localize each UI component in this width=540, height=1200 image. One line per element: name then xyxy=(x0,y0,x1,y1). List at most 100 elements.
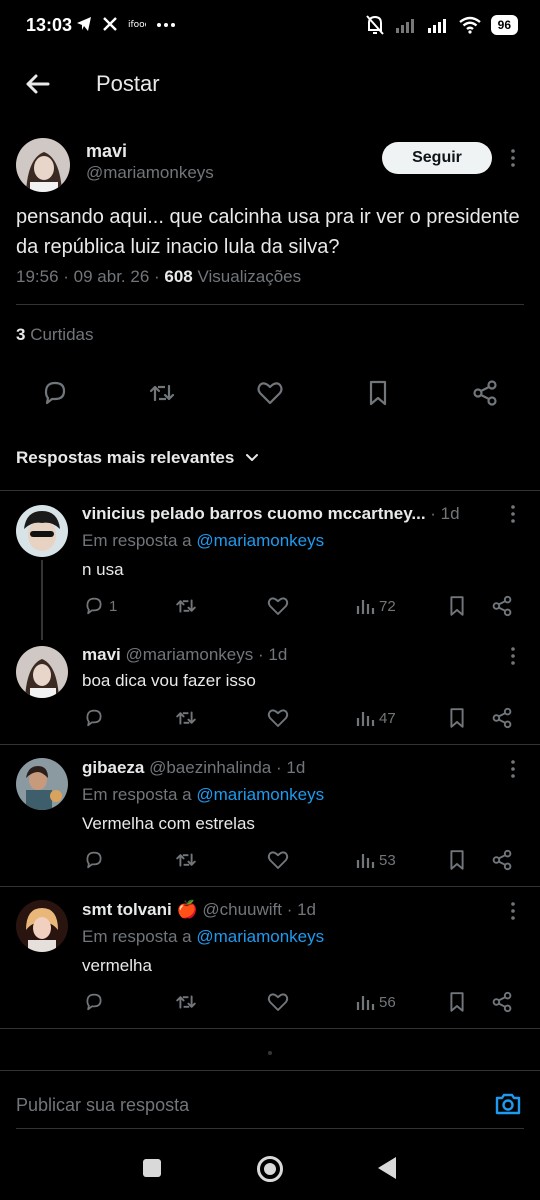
post-author-handle[interactable]: @mariamonkeys xyxy=(86,163,214,183)
views-chart-icon xyxy=(356,996,375,1010)
views-chart-icon xyxy=(356,600,375,614)
like-icon[interactable] xyxy=(266,848,290,872)
repost-icon[interactable] xyxy=(174,848,198,872)
views-count: 53 xyxy=(379,851,396,869)
reply-header: smt tolvani 🍎 @chuuwift · 1d xyxy=(82,900,316,920)
reply-action-bar: 53 xyxy=(0,848,540,878)
reply-avatar[interactable] xyxy=(16,758,68,810)
chevron-down-icon xyxy=(246,454,259,461)
bookmark-icon[interactable] xyxy=(445,706,469,730)
share-icon[interactable] xyxy=(470,378,500,408)
views-count: 56 xyxy=(379,993,396,1011)
share-icon[interactable] xyxy=(490,990,514,1014)
bookmark-icon[interactable] xyxy=(445,848,469,872)
reply-more-options-icon[interactable] xyxy=(503,901,523,921)
share-icon[interactable] xyxy=(490,706,514,730)
views-button[interactable]: 53 xyxy=(355,848,396,872)
reply-icon[interactable] xyxy=(40,378,70,408)
post-likes-label: Curtidas xyxy=(25,325,94,344)
system-back-button[interactable] xyxy=(378,1157,396,1179)
reply-author-handle[interactable]: @baezinhalinda xyxy=(144,758,271,777)
mention-link[interactable]: @mariamonkeys xyxy=(196,927,324,946)
recent-apps-button[interactable] xyxy=(143,1159,161,1177)
camera-icon[interactable] xyxy=(494,1090,522,1118)
repost-icon[interactable] xyxy=(174,990,198,1014)
signal-weak-icon xyxy=(395,19,414,33)
replies-sort-dropdown[interactable]: Respostas mais relevantes xyxy=(16,448,260,468)
loading-indicator xyxy=(268,1051,272,1055)
mention-link[interactable]: @mariamonkeys xyxy=(196,785,324,804)
post-views-label: Visualizações xyxy=(192,267,302,286)
repost-icon[interactable] xyxy=(147,378,177,408)
bookmark-icon[interactable] xyxy=(445,990,469,1014)
like-icon[interactable] xyxy=(266,594,290,618)
reply-avatar[interactable] xyxy=(16,900,68,952)
in-reply-prefix: Em resposta a xyxy=(82,531,197,550)
signal-icon xyxy=(427,19,446,33)
reply-header: vinicius pelado barros cuomo mccartney..… xyxy=(82,504,460,524)
divider xyxy=(16,304,524,305)
reply-avatar[interactable] xyxy=(16,646,68,698)
post-meta: 19:56 · 09 abr. 26 · 608 Visualizações xyxy=(16,267,301,287)
views-button[interactable]: 47 xyxy=(355,706,396,730)
reply-more-options-icon[interactable] xyxy=(503,759,523,779)
in-reply-prefix: Em resposta a xyxy=(82,785,197,804)
views-button[interactable]: 56 xyxy=(355,990,396,1014)
divider xyxy=(16,1128,524,1129)
share-icon[interactable] xyxy=(490,848,514,872)
reply-icon xyxy=(86,709,102,727)
divider xyxy=(0,1070,540,1071)
reply-age: · 1d xyxy=(425,504,460,523)
post-likes[interactable]: 3 Curtidas xyxy=(16,325,94,345)
reply-button[interactable] xyxy=(83,990,109,1014)
follow-button[interactable]: Seguir xyxy=(382,142,492,174)
reply-context: Em resposta a @mariamonkeys xyxy=(82,785,324,805)
mention-link[interactable]: @mariamonkeys xyxy=(196,531,324,550)
reply-author-name[interactable]: smt tolvani 🍎 xyxy=(82,900,198,919)
views-chart-icon xyxy=(356,854,375,868)
telegram-icon xyxy=(77,17,91,31)
reply-button[interactable] xyxy=(83,848,109,872)
reply-age: · 1d xyxy=(282,900,317,919)
reply-avatar[interactable] xyxy=(16,505,68,557)
reply-button[interactable] xyxy=(83,706,109,730)
reply-header: mavi @mariamonkeys · 1d xyxy=(82,645,287,665)
divider xyxy=(0,490,540,491)
like-icon[interactable] xyxy=(255,378,285,408)
reply-age: · 1d xyxy=(271,758,306,777)
bookmark-icon[interactable] xyxy=(363,378,393,408)
share-icon[interactable] xyxy=(490,594,514,618)
status-bar: 13:03 ifood 96 xyxy=(0,0,540,54)
reply-context: Em resposta a @mariamonkeys xyxy=(82,927,324,947)
reply-age: · 1d xyxy=(253,645,288,664)
x-logo-icon xyxy=(103,17,117,31)
reply-more-options-icon[interactable] xyxy=(503,646,523,666)
reply-action-bar: 56 xyxy=(0,990,540,1020)
reply-author-name[interactable]: vinicius pelado barros cuomo mccartney..… xyxy=(82,504,426,523)
reply-author-handle[interactable]: @mariamonkeys xyxy=(121,645,253,664)
post-author-avatar[interactable] xyxy=(16,138,70,192)
post-author-name[interactable]: mavi xyxy=(86,141,127,162)
like-icon[interactable] xyxy=(266,706,290,730)
reply-button[interactable]: 1 xyxy=(83,594,117,618)
reply-count: 1 xyxy=(109,597,118,615)
bookmark-icon[interactable] xyxy=(445,594,469,618)
back-arrow-icon[interactable] xyxy=(22,68,54,100)
top-bar: Postar xyxy=(0,54,540,114)
svg-text:ifood: ifood xyxy=(128,20,146,30)
repost-icon[interactable] xyxy=(174,594,198,618)
reply-text: Vermelha com estrelas xyxy=(82,814,255,833)
reply-input[interactable]: Publicar sua resposta xyxy=(16,1095,189,1116)
divider xyxy=(0,1028,540,1029)
reply-icon xyxy=(86,597,102,615)
reply-more-options-icon[interactable] xyxy=(503,504,523,524)
reply-header: gibaeza @baezinhalinda · 1d xyxy=(82,758,305,778)
views-button[interactable]: 72 xyxy=(355,594,396,618)
reply-author-handle[interactable]: @chuuwift xyxy=(198,900,282,919)
home-button[interactable] xyxy=(257,1156,283,1182)
reply-author-name[interactable]: mavi xyxy=(82,645,121,664)
repost-icon[interactable] xyxy=(174,706,198,730)
reply-author-name[interactable]: gibaeza xyxy=(82,758,144,777)
like-icon[interactable] xyxy=(266,990,290,1014)
post-more-options-icon[interactable] xyxy=(503,148,523,168)
